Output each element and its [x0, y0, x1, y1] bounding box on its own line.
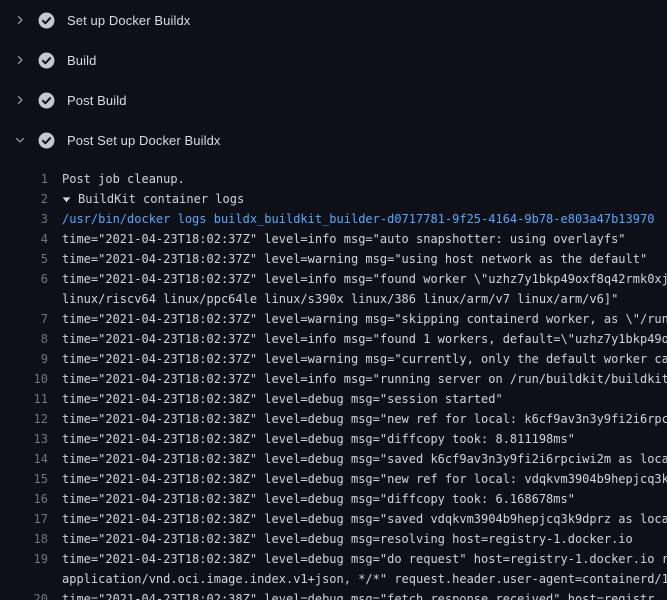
line-number[interactable]: 13 [0, 429, 48, 449]
log-row: 9 time="2021-04-23T18:02:37Z" level=warni… [0, 349, 667, 369]
log-row: 18 time="2021-04-23T18:02:38Z" level=debu… [0, 529, 667, 549]
line-number[interactable]: 18 [0, 529, 48, 549]
chevron-right-icon [13, 53, 27, 67]
step-header-post-build[interactable]: Post Build [0, 80, 667, 120]
log-row: 11 time="2021-04-23T18:02:38Z" level=debu… [0, 389, 667, 409]
step-label: Set up Docker Buildx [67, 13, 190, 28]
actions-log-viewer: Set up Docker Buildx Build Post Build Post … [0, 0, 667, 600]
log-row: linux/riscv64 linux/ppc64le linux/s390x … [0, 289, 667, 309]
log-area: 1 Post job cleanup. 2 BuildKit container lo… [0, 160, 667, 600]
line-number[interactable]: 15 [0, 469, 48, 489]
log-text: time="2021-04-23T18:02:37Z" level=info m… [62, 329, 667, 349]
line-number[interactable]: 16 [0, 489, 48, 509]
log-text: application/vnd.oci.image.index.v1+json,… [62, 569, 667, 589]
log-text: time="2021-04-23T18:02:38Z" level=debug … [62, 549, 667, 569]
log-group-label: BuildKit container logs [78, 189, 244, 209]
log-row: 5 time="2021-04-23T18:02:37Z" level=warni… [0, 249, 667, 269]
log-text: time="2021-04-23T18:02:37Z" level=warnin… [62, 349, 667, 369]
line-number[interactable]: 7 [0, 309, 48, 329]
line-number[interactable]: 1 [0, 169, 48, 189]
chevron-right-icon [13, 13, 27, 27]
success-check-icon [38, 12, 55, 29]
line-number[interactable]: 6 [0, 269, 48, 289]
log-group-toggle[interactable]: BuildKit container logs [62, 189, 667, 209]
line-number[interactable]: 20 [0, 589, 48, 600]
line-number[interactable]: 5 [0, 249, 48, 269]
log-row: 14 time="2021-04-23T18:02:38Z" level=debu… [0, 449, 667, 469]
line-number[interactable]: 11 [0, 389, 48, 409]
log-row: 19 time="2021-04-23T18:02:38Z" level=debu… [0, 549, 667, 569]
line-number [0, 569, 48, 589]
line-number[interactable]: 14 [0, 449, 48, 469]
log-text: time="2021-04-23T18:02:38Z" level=debug … [62, 409, 667, 429]
line-number[interactable]: 10 [0, 369, 48, 389]
log-text: time="2021-04-23T18:02:37Z" level=warnin… [62, 309, 667, 329]
log-row: 16 time="2021-04-23T18:02:38Z" level=debu… [0, 489, 667, 509]
log-text: time="2021-04-23T18:02:38Z" level=debug … [62, 509, 667, 529]
log-text: time="2021-04-23T18:02:38Z" level=debug … [62, 489, 667, 509]
log-text: linux/riscv64 linux/ppc64le linux/s390x … [62, 289, 667, 309]
step-label: Build [67, 53, 96, 68]
chevron-down-icon [13, 133, 27, 147]
log-row: 20 time="2021-04-23T18:02:38Z" level=debu… [0, 589, 667, 600]
success-check-icon [38, 92, 55, 109]
line-number[interactable]: 12 [0, 409, 48, 429]
log-text: time="2021-04-23T18:02:37Z" level=info m… [62, 369, 667, 389]
step-list: Set up Docker Buildx Build Post Build Post … [0, 0, 667, 160]
log-text: time="2021-04-23T18:02:38Z" level=debug … [62, 469, 667, 489]
log-row: application/vnd.oci.image.index.v1+json,… [0, 569, 667, 589]
log-text: time="2021-04-23T18:02:38Z" level=debug … [62, 449, 667, 469]
log-row: 8 time="2021-04-23T18:02:37Z" level=info … [0, 329, 667, 349]
log-row: 6 time="2021-04-23T18:02:37Z" level=info … [0, 269, 667, 289]
line-number[interactable]: 3 [0, 209, 48, 229]
log-text: time="2021-04-23T18:02:37Z" level=warnin… [62, 249, 667, 269]
step-label: Post Set up Docker Buildx [67, 133, 221, 148]
triangle-down-icon [62, 195, 71, 204]
line-number[interactable]: 8 [0, 329, 48, 349]
log-text: Post job cleanup. [62, 169, 667, 189]
success-check-icon [38, 132, 55, 149]
log-row: 1 Post job cleanup. [0, 169, 667, 189]
log-text: time="2021-04-23T18:02:38Z" level=debug … [62, 529, 667, 549]
log-text: time="2021-04-23T18:02:38Z" level=debug … [62, 429, 667, 449]
step-header-post-set-up-docker-buildx[interactable]: Post Set up Docker Buildx [0, 120, 667, 160]
chevron-right-icon [13, 93, 27, 107]
line-number [0, 289, 48, 309]
line-number[interactable]: 4 [0, 229, 48, 249]
success-check-icon [38, 52, 55, 69]
log-row: 17 time="2021-04-23T18:02:38Z" level=debu… [0, 509, 667, 529]
log-text: time="2021-04-23T18:02:37Z" level=info m… [62, 229, 667, 249]
log-text: time="2021-04-23T18:02:38Z" level=debug … [62, 389, 667, 409]
log-row: 15 time="2021-04-23T18:02:38Z" level=debu… [0, 469, 667, 489]
log-row: 10 time="2021-04-23T18:02:37Z" level=info… [0, 369, 667, 389]
log-row: 7 time="2021-04-23T18:02:37Z" level=warni… [0, 309, 667, 329]
step-label: Post Build [67, 93, 127, 108]
log-row: 12 time="2021-04-23T18:02:38Z" level=debu… [0, 409, 667, 429]
line-number[interactable]: 9 [0, 349, 48, 369]
log-row: 13 time="2021-04-23T18:02:38Z" level=debu… [0, 429, 667, 449]
line-number[interactable]: 2 [0, 189, 48, 209]
log-command-text: /usr/bin/docker logs buildx_buildkit_bui… [62, 209, 667, 229]
step-header-build[interactable]: Build [0, 40, 667, 80]
line-number[interactable]: 19 [0, 549, 48, 569]
line-number[interactable]: 17 [0, 509, 48, 529]
log-text: time="2021-04-23T18:02:37Z" level=info m… [62, 269, 667, 289]
log-text: time="2021-04-23T18:02:38Z" level=debug … [62, 589, 667, 600]
log-row: 2 BuildKit container logs [0, 189, 667, 209]
step-header-set-up-docker-buildx[interactable]: Set up Docker Buildx [0, 0, 667, 40]
log-row: 3/usr/bin/docker logs buildx_buildkit_bu… [0, 209, 667, 229]
log-row: 4 time="2021-04-23T18:02:37Z" level=info … [0, 229, 667, 249]
